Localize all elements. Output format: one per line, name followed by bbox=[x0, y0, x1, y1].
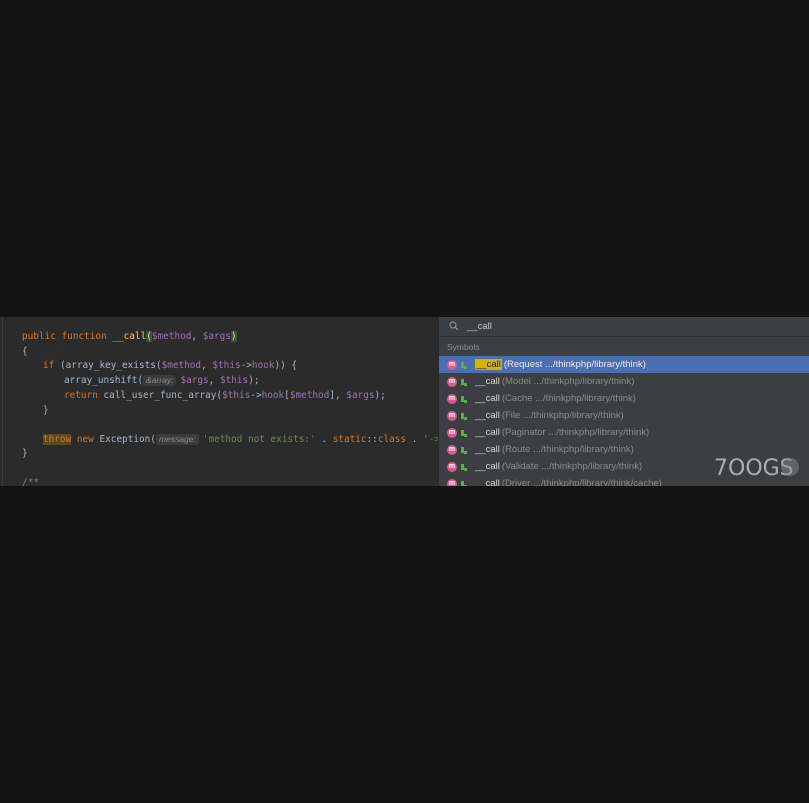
public-visibility-icon bbox=[460, 479, 470, 486]
result-name: __call bbox=[475, 393, 500, 404]
function-name: __call bbox=[112, 331, 147, 342]
search-everywhere-popup[interactable]: Symbols m__call(Request .../thinkphp/lib… bbox=[438, 317, 809, 486]
code-line-1: public function __call($method, $args) bbox=[22, 331, 237, 342]
public-visibility-icon bbox=[460, 445, 470, 455]
watermark-logo: 7OOGS bbox=[714, 456, 799, 481]
code-line-6: } bbox=[43, 405, 49, 416]
result-location: (Cache .../thinkphp/library/think) bbox=[501, 393, 636, 404]
search-icon bbox=[449, 321, 459, 331]
search-input[interactable] bbox=[467, 320, 667, 333]
result-location: (Paginator .../thinkphp/library/think) bbox=[501, 427, 650, 438]
method-badge-icon: m bbox=[447, 427, 457, 438]
result-item[interactable]: m __call (Model .../thinkphp/library/think… bbox=[439, 373, 809, 390]
result-name: __call bbox=[475, 376, 500, 387]
search-bar[interactable] bbox=[439, 317, 809, 337]
editor-gutter bbox=[2, 317, 3, 486]
code-line-7: throw new Exception(message:'method not … bbox=[43, 434, 438, 445]
public-visibility-icon bbox=[460, 462, 470, 472]
method-badge-icon: m bbox=[447, 461, 457, 472]
method-badge-icon: m bbox=[447, 359, 457, 370]
code-line-9: /** bbox=[22, 477, 39, 486]
code-line-4: array_unshift(&array: $args, $this); bbox=[64, 375, 260, 386]
result-item[interactable]: m __call (Cache .../thinkphp/library/think… bbox=[439, 390, 809, 407]
result-name: __call bbox=[475, 478, 500, 486]
result-name: __call bbox=[475, 427, 500, 438]
result-name: __call bbox=[475, 461, 500, 472]
parameter-hint: &array: bbox=[143, 375, 177, 386]
result-name: __call bbox=[475, 410, 500, 421]
result-location: (Route .../thinkphp/library/think) bbox=[501, 444, 634, 455]
throw-keyword: throw bbox=[43, 434, 72, 445]
public-visibility-icon bbox=[460, 428, 470, 438]
result-location: (Request .../thinkphp/library/think) bbox=[503, 359, 646, 370]
code-line-5: return call_user_func_array($this->hook[… bbox=[64, 390, 386, 401]
public-visibility-icon bbox=[460, 394, 470, 404]
result-name: __call bbox=[475, 444, 500, 455]
parameter-hint: message: bbox=[155, 434, 199, 445]
code-editor[interactable]: public function __call($method, $args) {… bbox=[0, 317, 438, 486]
result-item[interactable]: m __call (Request .../thinkphp/library/thi… bbox=[439, 356, 809, 373]
code-line-3: if (array_key_exists($method, $this->hoo… bbox=[43, 360, 298, 371]
code-line-8: } bbox=[22, 448, 28, 459]
public-visibility-icon bbox=[460, 377, 470, 387]
result-location: (Model .../thinkphp/library/think) bbox=[501, 376, 635, 387]
method-badge-icon: m bbox=[447, 478, 457, 486]
method-badge-icon: m bbox=[447, 410, 457, 421]
result-item[interactable]: m __call (File .../thinkphp/library/think) bbox=[439, 407, 809, 424]
section-label-symbols: Symbols bbox=[447, 342, 480, 352]
screenshot-frame: public function __call($method, $args) {… bbox=[0, 317, 809, 486]
result-location: (Driver .../thinkphp/library/think/cache… bbox=[501, 478, 662, 486]
result-item[interactable]: m __call (Paginator .../thinkphp/library/t… bbox=[439, 424, 809, 441]
result-location: (Validate .../thinkphp/library/think) bbox=[501, 461, 643, 472]
result-location: (File .../thinkphp/library/think) bbox=[501, 410, 624, 421]
method-badge-icon: m bbox=[447, 444, 457, 455]
method-badge-icon: m bbox=[447, 393, 457, 404]
result-name: __call bbox=[475, 359, 502, 370]
public-visibility-icon bbox=[460, 360, 470, 370]
public-visibility-icon bbox=[460, 411, 470, 421]
method-badge-icon: m bbox=[447, 376, 457, 387]
code-line-2: { bbox=[22, 346, 28, 357]
